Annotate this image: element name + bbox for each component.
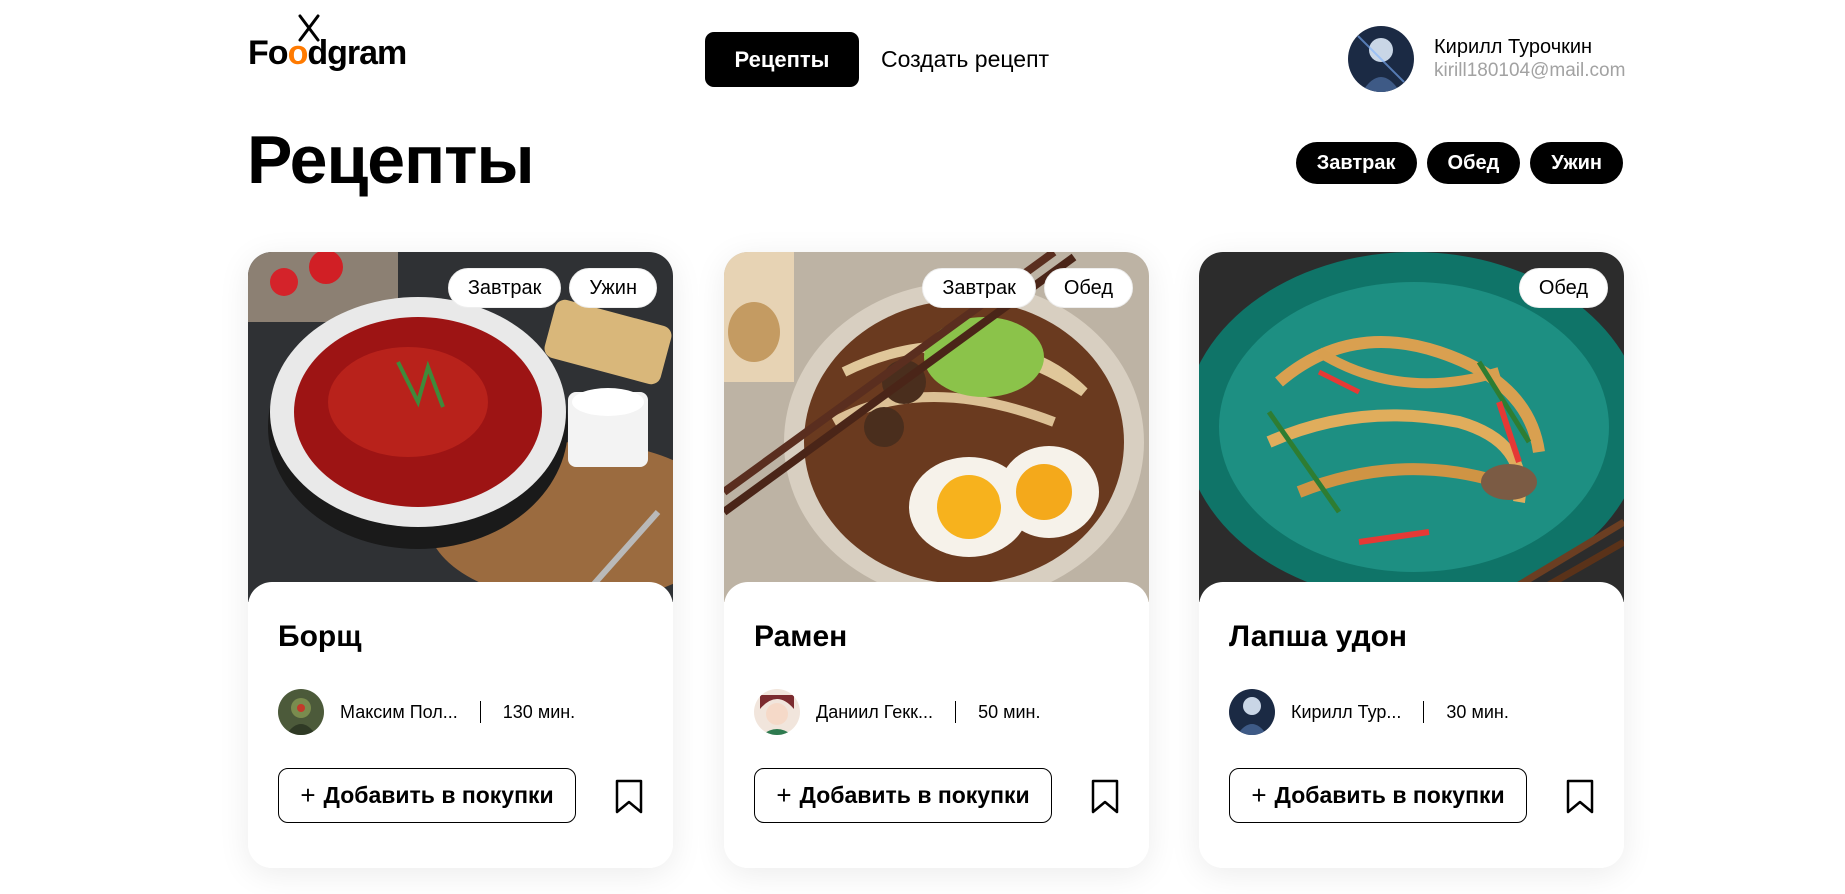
bookmark-icon[interactable] bbox=[1090, 779, 1120, 815]
recipe-title[interactable]: Лапша удон bbox=[1229, 620, 1407, 654]
nav-create-recipe-link[interactable]: Создать рецепт bbox=[881, 32, 1049, 87]
foodgram-logo[interactable]: Foodgram bbox=[248, 14, 448, 74]
user-avatar[interactable] bbox=[1348, 26, 1414, 92]
page-title: Рецепты bbox=[247, 122, 535, 198]
add-to-shopping-button[interactable]: + Добавить в покупки bbox=[754, 768, 1052, 823]
recipe-card[interactable]: Завтрак Обед Рамен Даниил Гекк... 50 мин… bbox=[724, 252, 1149, 868]
author-name: Даниил Гекк... bbox=[816, 701, 934, 722]
add-to-shopping-label: Добавить в покупки bbox=[323, 782, 554, 808]
filter-breakfast[interactable]: Завтрак bbox=[1295, 142, 1417, 184]
plus-icon: + bbox=[776, 780, 792, 810]
recipe-tag: Ужин bbox=[569, 268, 657, 308]
add-to-shopping-button[interactable]: + Добавить в покупки bbox=[278, 768, 576, 823]
plus-icon: + bbox=[1251, 780, 1267, 810]
cooking-time: 130 мин. bbox=[502, 701, 576, 722]
recipe-image[interactable]: Завтрак Обед bbox=[724, 252, 1149, 602]
nav-recipes-button[interactable]: Рецепты bbox=[705, 32, 859, 87]
meal-filters: Завтрак Обед Ужин bbox=[1295, 142, 1623, 184]
recipe-tag: Завтрак bbox=[447, 268, 562, 308]
author-avatar[interactable] bbox=[1229, 689, 1275, 735]
recipe-image[interactable]: Завтрак Ужин bbox=[248, 252, 673, 602]
meta-divider bbox=[479, 701, 481, 723]
cooking-time: 30 мин. bbox=[1446, 701, 1509, 722]
recipe-title[interactable]: Рамен bbox=[754, 620, 847, 654]
add-to-shopping-label: Добавить в покупки bbox=[799, 782, 1030, 808]
user-name: Кирилл Турочкин bbox=[1434, 36, 1593, 58]
filter-dinner[interactable]: Ужин bbox=[1530, 142, 1623, 184]
recipe-card[interactable]: Завтрак Ужин Борщ Максим Пол... 130 мин.… bbox=[248, 252, 673, 868]
recipe-tag: Завтрак bbox=[922, 268, 1036, 308]
add-to-shopping-button[interactable]: + Добавить в покупки bbox=[1229, 768, 1527, 823]
recipe-card[interactable]: Обед Лапша удон Кирилл Тур... 30 мин. + … bbox=[1199, 252, 1624, 868]
filter-lunch[interactable]: Обед bbox=[1426, 142, 1521, 184]
logo-wordmark: Foodgram bbox=[248, 34, 407, 72]
cooking-time: 50 мин. bbox=[978, 701, 1041, 722]
user-profile[interactable]: Кирилл Турочкин kirill180104@mail.com bbox=[1348, 26, 1625, 92]
author-avatar[interactable] bbox=[278, 689, 324, 735]
recipe-title[interactable]: Борщ bbox=[278, 620, 362, 654]
user-email: kirill180104@mail.com bbox=[1434, 60, 1626, 81]
meta-divider bbox=[1423, 701, 1425, 723]
author-avatar[interactable] bbox=[754, 689, 800, 735]
recipe-image[interactable]: Обед bbox=[1199, 252, 1624, 602]
recipe-tag: Обед bbox=[1043, 268, 1133, 308]
bookmark-icon[interactable] bbox=[614, 779, 644, 815]
recipe-tag: Обед bbox=[1518, 268, 1608, 308]
add-to-shopping-label: Добавить в покупки bbox=[1274, 782, 1505, 808]
bookmark-icon[interactable] bbox=[1565, 779, 1595, 815]
plus-icon: + bbox=[300, 780, 316, 810]
author-name: Максим Пол... bbox=[340, 701, 458, 722]
author-name: Кирилл Тур... bbox=[1291, 701, 1402, 722]
meta-divider bbox=[955, 701, 957, 723]
